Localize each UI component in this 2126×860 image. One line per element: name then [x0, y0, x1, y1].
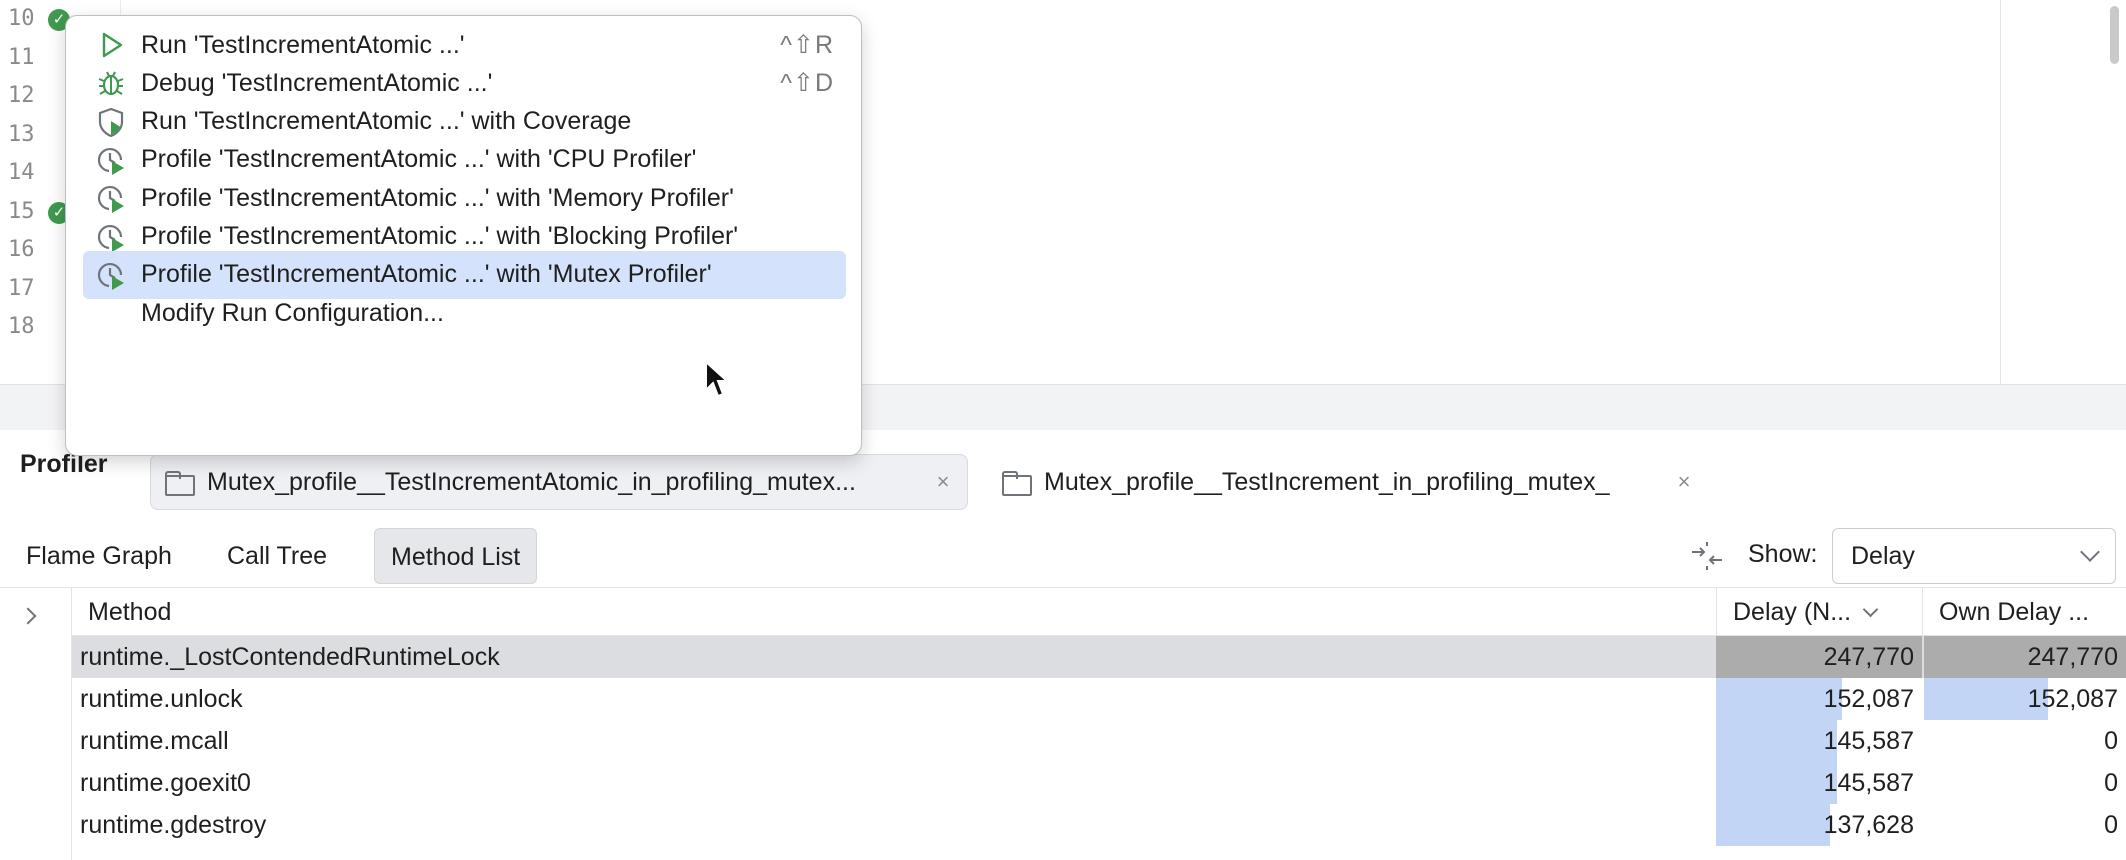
delay-value: 137,628 [1823, 811, 1914, 839]
profiler-icon [95, 221, 127, 253]
own-delay-value: 0 [2104, 727, 2118, 755]
method-name-cell: runtime._LostContendedRuntimeLock [80, 643, 500, 671]
delay-cell: 145,587 [1716, 720, 1922, 762]
table-header: Method Delay (N... Own Delay ... [72, 588, 2126, 636]
method-list-table: Method Delay (N... Own Delay ... runtime… [0, 588, 2126, 860]
editor-scrollbar[interactable] [2110, 6, 2119, 64]
line-number: 15 [8, 198, 35, 224]
tab-method-list[interactable]: Method List [374, 528, 538, 584]
tab-mutex-profile-increment[interactable]: Mutex_profile__TestIncrement_in_profilin… [988, 454, 1708, 510]
debug-icon [95, 67, 127, 99]
column-header-delay-label: Delay (N... [1733, 598, 1852, 626]
show-dropdown-value: Delay [1851, 541, 1915, 570]
delay-cell: 152,087 [1716, 678, 1922, 720]
table-row[interactable]: runtime.goexit0 145,587 0 [72, 762, 2126, 804]
own-delay-cell: 0 [1924, 804, 2126, 846]
close-icon[interactable]: × [933, 469, 953, 495]
own-delay-cell: 0 [1924, 762, 2126, 804]
own-delay-cell: 247,770 [1924, 636, 2126, 678]
delay-cell: 247,770 [1716, 636, 1922, 678]
line-number: 14 [8, 160, 35, 185]
menu-item-label: Modify Run Configuration... [141, 298, 444, 327]
folder-icon [165, 471, 195, 496]
own-delay-value: 0 [2104, 769, 2118, 797]
line-number: 18 [8, 314, 35, 339]
tab-label: Mutex_profile__TestIncrement_in_profilin… [1044, 467, 1610, 496]
menu-item-label: Profile 'TestIncrementAtomic ...' with '… [141, 260, 712, 289]
column-header-own-delay[interactable]: Own Delay ... [1922, 588, 2126, 636]
profiler-icon [95, 144, 127, 176]
delay-value: 152,087 [1823, 685, 1914, 713]
menu-item-label: Debug 'TestIncrementAtomic ...' [141, 68, 493, 97]
table-row[interactable]: runtime.unlock 152,087 152,087 [72, 678, 2126, 720]
menu-item-shortcut: ^⇧R [780, 31, 834, 59]
delay-cell: 145,587 [1716, 762, 1922, 804]
table-row[interactable]: runtime.mcall 145,587 0 [72, 720, 2126, 762]
line-number: 17 [8, 275, 35, 301]
menu-item-label: Profile 'TestIncrementAtomic ...' with '… [141, 145, 697, 174]
method-name-cell: runtime.mcall [80, 727, 229, 755]
delay-cell: 137,628 [1716, 804, 1922, 846]
menu-item-label: Run 'TestIncrementAtomic ...' [141, 30, 465, 59]
menu-item-modify-run-configuration[interactable]: Modify Run Configuration... [83, 289, 846, 337]
tab-label: Mutex_profile__TestIncrementAtomic_in_pr… [207, 467, 856, 496]
delay-value: 145,587 [1823, 727, 1914, 755]
chevron-down-icon [2080, 542, 2100, 562]
collapse-icon[interactable] [1690, 540, 1724, 572]
run-context-menu: Run 'TestIncrementAtomic ...' ^⇧R Debug 'T… [65, 15, 862, 456]
table-body: runtime._LostContendedRuntimeLock 247,770… [72, 636, 2126, 846]
tab-call-tree[interactable]: Call Tree [211, 528, 343, 584]
sort-desc-icon [1862, 601, 1879, 617]
menu-item-label: Profile 'TestIncrementAtomic ...' with '… [141, 222, 739, 250]
own-delay-value: 0 [2104, 811, 2118, 839]
menu-item-shortcut: ^⇧D [780, 69, 834, 98]
method-name-cell: runtime.gdestroy [80, 811, 267, 839]
chevron-right-icon[interactable] [19, 607, 37, 625]
folder-icon [1002, 471, 1032, 496]
mouse-cursor-icon [705, 360, 730, 398]
method-name-cell: runtime.unlock [80, 685, 243, 713]
tab-mutex-profile-atomic[interactable]: Mutex_profile__TestIncrementAtomic_in_pr… [150, 454, 968, 510]
delay-value: 145,587 [1823, 769, 1914, 797]
own-delay-cell: 152,087 [1924, 678, 2126, 720]
show-dropdown[interactable]: Delay [1832, 528, 2116, 584]
editor-margin-line [2000, 0, 2001, 384]
line-number: 10 [8, 6, 35, 31]
coverage-icon [95, 106, 127, 138]
view-switcher-bar: Flame Graph Call Tree Method List Show: … [0, 526, 2126, 588]
own-delay-value: 247,770 [2027, 643, 2118, 671]
table-row[interactable]: runtime._LostContendedRuntimeLock 247,770… [72, 636, 2126, 678]
column-header-method[interactable]: Method [72, 588, 1716, 636]
profiler-icon [95, 182, 127, 214]
expand-column [0, 588, 72, 860]
line-number: 13 [8, 121, 35, 147]
table-row[interactable]: runtime.gdestroy 137,628 0 [72, 804, 2126, 846]
menu-item-spacer [95, 297, 127, 329]
menu-item-label: Run 'TestIncrementAtomic ...' with Cover… [141, 107, 632, 136]
profiler-icon [95, 259, 127, 291]
own-delay-cell: 0 [1924, 720, 2126, 762]
line-number: 16 [8, 237, 35, 262]
line-number: 11 [8, 44, 35, 70]
line-number: 12 [8, 83, 35, 108]
method-name-cell: runtime.goexit0 [80, 769, 251, 797]
profiler-tool-window: Profiler Mutex_profile__TestIncrementAto… [0, 430, 2126, 860]
close-icon[interactable]: × [1674, 469, 1694, 495]
tab-flame-graph[interactable]: Flame Graph [10, 528, 188, 584]
column-header-delay[interactable]: Delay (N... [1716, 588, 1922, 636]
run-icon [95, 29, 127, 61]
own-delay-value: 152,087 [2027, 685, 2118, 713]
show-label: Show: [1748, 540, 1818, 568]
delay-value: 247,770 [1823, 643, 1914, 671]
menu-item-label: Profile 'TestIncrementAtomic ...' with '… [141, 183, 734, 212]
